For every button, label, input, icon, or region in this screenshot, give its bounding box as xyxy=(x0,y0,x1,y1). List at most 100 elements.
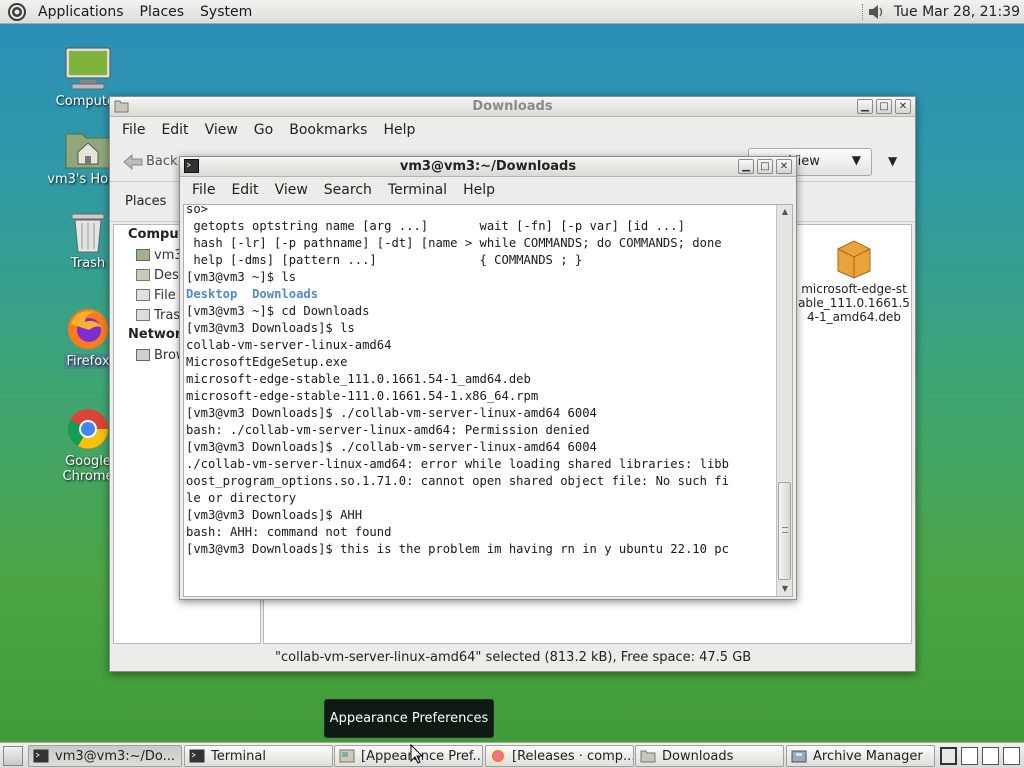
firefox-icon xyxy=(492,750,504,762)
show-desktop-button[interactable] xyxy=(3,746,23,766)
menu-file[interactable]: File xyxy=(184,182,223,198)
scroll-up-icon[interactable]: ▲ xyxy=(780,207,790,217)
places-menu[interactable]: Places xyxy=(132,0,193,24)
desktop-folder-icon xyxy=(136,269,150,281)
task-label: Terminal xyxy=(211,748,266,764)
computer-icon xyxy=(65,47,111,90)
terminal-line: hash [-lr] [-p pathname] [-dt] [name > w… xyxy=(186,236,722,250)
menu-view[interactable]: View xyxy=(267,182,316,198)
terminal-line: oost_program_options.so.1.71.0: cannot o… xyxy=(186,474,729,488)
menu-help[interactable]: Help xyxy=(455,182,503,198)
menu-help[interactable]: Help xyxy=(375,122,423,138)
terminal-line: bash: ./collab-vm-server-linux-amd64: Pe… xyxy=(186,423,590,437)
drive-icon xyxy=(136,289,150,301)
task-terminal-downloads[interactable]: vm3@vm3:~/Do... xyxy=(28,745,182,767)
grip-icon xyxy=(782,527,788,533)
terminal-line: so> xyxy=(186,204,209,216)
menu-view[interactable]: View xyxy=(197,122,246,138)
scroll-down-icon[interactable]: ▼ xyxy=(780,584,790,594)
terminal-line: [vm3@vm3 Downloads]$ ls xyxy=(186,321,355,335)
terminal-line: ./collab-vm-server-linux-amd64: error wh… xyxy=(186,457,729,471)
window-title: vm3@vm3:~/Downloads xyxy=(399,159,577,174)
tooltip: Appearance Preferences xyxy=(324,699,494,738)
close-button[interactable]: ✕ xyxy=(895,99,911,114)
terminal-icon xyxy=(189,749,205,763)
firefox-icon xyxy=(68,309,108,349)
terminal-line: microsoft-edge-stable_111.0.1661.54-1_am… xyxy=(186,372,531,386)
tray-separator xyxy=(861,4,864,20)
menu-file[interactable]: File xyxy=(114,122,153,138)
desktop-icon-label: Trash xyxy=(70,256,106,271)
task-appearance-preferences[interactable]: [Appearance Pref... xyxy=(334,745,483,767)
workspace-3[interactable] xyxy=(982,747,999,765)
terminal-line: [vm3@vm3 ~]$ cd Downloads xyxy=(186,304,370,318)
home-icon xyxy=(136,249,150,261)
file-name: microsoft-edge-stable_111.0.1661.54-1_am… xyxy=(798,282,910,324)
terminal-line: help [-dms] [pattern ...] { COMMANDS ; } xyxy=(186,253,583,267)
window-controls: ▁ □ ✕ xyxy=(738,159,792,174)
file-item[interactable]: microsoft-edge-stable_111.0.1661.54-1_am… xyxy=(798,237,910,324)
terminal-line: bash: AHH: command not found xyxy=(186,525,392,539)
close-button[interactable]: ✕ xyxy=(776,159,792,174)
workspace-4[interactable] xyxy=(1003,747,1020,765)
clock[interactable]: Tue Mar 28, 21:39 xyxy=(886,4,1024,20)
places-label[interactable]: Places xyxy=(125,194,166,209)
file-manager-titlebar[interactable]: Downloads ▁ □ ✕ xyxy=(110,97,915,117)
terminal-scrollbar[interactable]: ▲ ▼ xyxy=(776,205,792,596)
menu-bookmarks[interactable]: Bookmarks xyxy=(281,122,375,138)
minimize-button[interactable]: ▁ xyxy=(738,159,754,174)
scroll-thumb[interactable] xyxy=(778,482,791,580)
bottom-panel: vm3@vm3:~/Do... Terminal [Appearance Pre… xyxy=(0,742,1024,768)
main-menu: Applications Places System xyxy=(30,0,260,24)
minimize-button[interactable]: ▁ xyxy=(857,99,873,114)
menu-go[interactable]: Go xyxy=(246,122,281,138)
trash-icon xyxy=(136,309,150,321)
network-icon xyxy=(136,349,150,361)
task-terminal[interactable]: Terminal xyxy=(184,745,333,767)
task-downloads[interactable]: Downloads xyxy=(635,745,784,767)
menu-edit[interactable]: Edit xyxy=(153,122,196,138)
top-panel: Applications Places System Tue Mar 28, 2… xyxy=(0,0,1024,24)
terminal-line: getopts optstring name [arg ...] wait [-… xyxy=(186,219,685,233)
terminal-output[interactable]: so> getopts optstring name [arg ...] wai… xyxy=(183,204,793,597)
menu-search[interactable]: Search xyxy=(316,182,380,198)
terminal-directory-entry: Desktop xyxy=(186,287,238,301)
workspace-2[interactable] xyxy=(961,747,978,765)
chrome-icon xyxy=(68,409,108,449)
task-label: vm3@vm3:~/Do... xyxy=(55,748,176,764)
system-menu[interactable]: System xyxy=(192,0,260,24)
volume-icon[interactable] xyxy=(866,2,886,22)
terminal-line: Desktop Downloads xyxy=(186,286,778,303)
desktop-icon-label: Firefox xyxy=(64,354,112,369)
back-label: Back xyxy=(146,154,178,169)
window-title: Downloads xyxy=(472,99,553,114)
maximize-button[interactable]: □ xyxy=(876,99,892,114)
distro-logo-icon[interactable] xyxy=(6,1,28,23)
terminal-line: [vm3@vm3 Downloads]$ this is the problem… xyxy=(186,542,729,556)
menu-terminal[interactable]: Terminal xyxy=(380,182,455,198)
applications-menu[interactable]: Applications xyxy=(30,0,132,24)
terminal-titlebar[interactable]: vm3@vm3:~/Downloads ▁ □ ✕ xyxy=(180,157,796,177)
terminal-line: microsoft-edge-stable-111.0.1661.54-1.x8… xyxy=(186,389,539,403)
terminal-line: [vm3@vm3 Downloads]$ AHH xyxy=(186,508,363,522)
terminal-line: MicrosoftEdgeSetup.exe xyxy=(186,355,348,369)
terminal-line: [vm3@vm3 ~]$ ls xyxy=(186,270,297,284)
terminal-window[interactable]: vm3@vm3:~/Downloads ▁ □ ✕ File Edit View… xyxy=(179,156,797,600)
terminal-directory-entry: Downloads xyxy=(252,287,319,301)
task-archive-manager[interactable]: Archive Manager xyxy=(786,745,935,767)
appearance-icon xyxy=(339,749,355,763)
terminal-menubar: File Edit View Search Terminal Help xyxy=(180,177,796,202)
menu-edit[interactable]: Edit xyxy=(223,182,266,198)
back-button[interactable]: Back xyxy=(120,152,178,172)
toolbar-overflow-icon[interactable]: ▼ xyxy=(888,154,897,168)
terminal-text: so> getopts optstring name [arg ...] wai… xyxy=(186,204,778,558)
task-firefox-releases[interactable]: [Releases · comp... xyxy=(485,745,634,767)
chevron-down-icon: ▼ xyxy=(851,153,861,167)
task-label: Archive Manager xyxy=(813,748,923,764)
maximize-button[interactable]: □ xyxy=(757,159,773,174)
mouse-cursor-icon xyxy=(410,744,424,764)
archive-icon xyxy=(791,750,807,763)
file-manager-menubar: File Edit View Go Bookmarks Help xyxy=(110,117,915,142)
workspace-1[interactable] xyxy=(940,747,957,765)
folder-icon xyxy=(640,750,656,763)
